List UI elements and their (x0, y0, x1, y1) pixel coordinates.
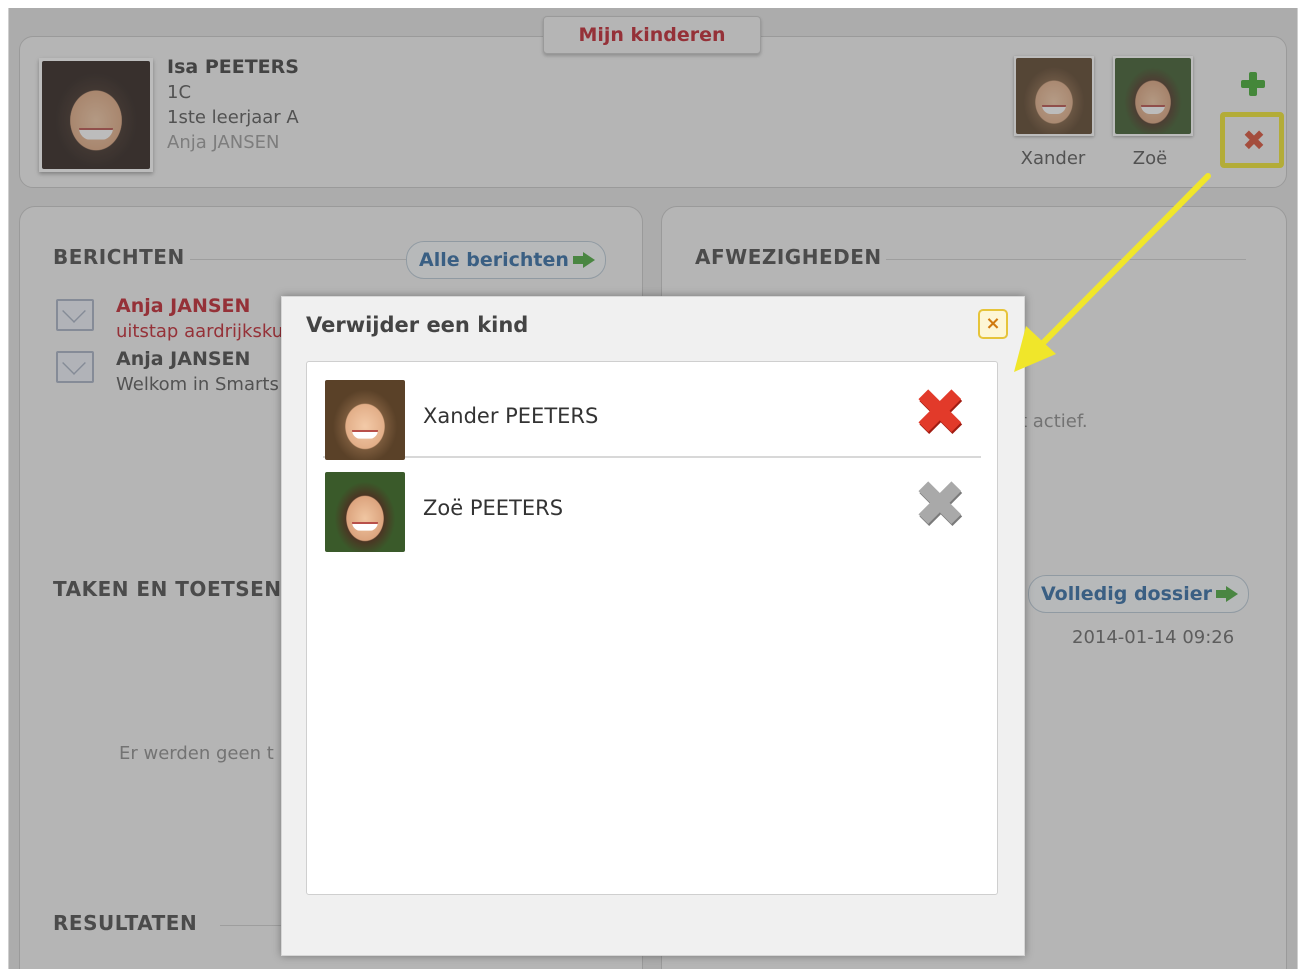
remove-child-xander-icon[interactable]: ✖ (913, 381, 967, 445)
remove-child-zoe-icon-disabled: ✖ (913, 468, 967, 542)
child-name: Zoë PEETERS (423, 496, 564, 520)
dialog-title: Verwijder een kind (306, 313, 529, 337)
app-screen: Mijn kinderen Isa PEETERS 1C 1ste leerja… (8, 8, 1298, 969)
list-item: Zoë PEETERS ✖ (323, 464, 981, 552)
list-item: Xander PEETERS ✖ (323, 372, 981, 460)
dialog-body: Xander PEETERS ✖ Zoë PEETERS ✖ (306, 361, 998, 895)
child-photo (325, 472, 405, 552)
child-photo-face (325, 472, 405, 552)
child-photo-face (325, 380, 405, 460)
close-icon[interactable]: × (978, 309, 1008, 339)
child-photo (325, 380, 405, 460)
remove-child-dialog: Verwijder een kind × Xander PEETERS ✖ Zo… (281, 296, 1025, 956)
child-name: Xander PEETERS (423, 404, 599, 428)
